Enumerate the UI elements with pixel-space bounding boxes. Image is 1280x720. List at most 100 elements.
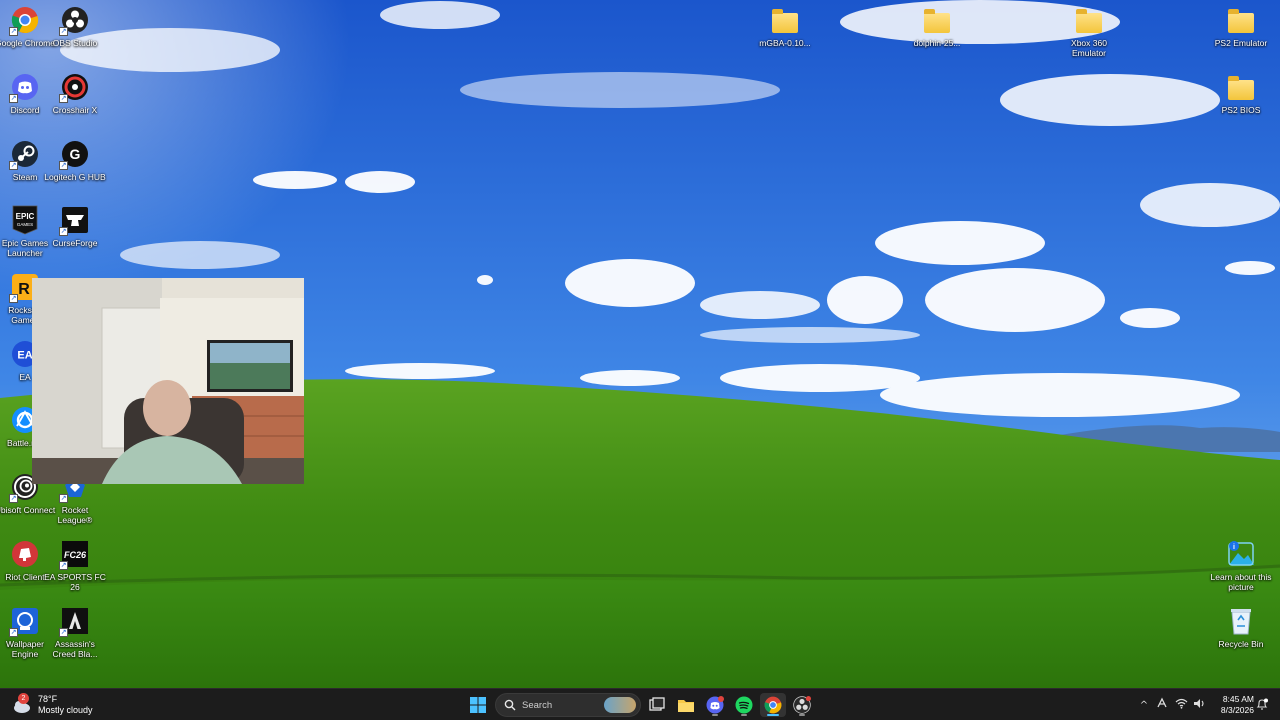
shortcut-arrow-icon: ↗ [59, 494, 68, 503]
desktop-icon-label: OBS Studio [52, 38, 98, 48]
shortcut-arrow-icon: ↗ [9, 628, 18, 637]
obs-icon [793, 696, 811, 714]
discord-icon [706, 696, 724, 714]
volume-icon[interactable] [1190, 696, 1208, 714]
desktop-icon-label: Assassin's Creed Bla... [52, 639, 98, 659]
shortcut-arrow-icon: ↗ [59, 628, 68, 637]
file-explorer-icon [678, 700, 694, 712]
desktop-icon-label: Logitech G HUB [44, 172, 106, 182]
desktop-icon-label: CurseForge [52, 238, 98, 248]
taskbar: 2 78°F Mostly cloudy Search ^ 8:45 AM 8/… [0, 688, 1280, 720]
desktop-icon-label: Crosshair X [52, 105, 98, 115]
crosshair-icon: ↗ [59, 72, 90, 103]
chrome-icon: ↗ [9, 5, 40, 36]
shortcut-arrow-icon: ↗ [59, 161, 68, 170]
taskbar-chrome[interactable] [760, 693, 786, 717]
desktop-icon-crosshair[interactable]: ↗ Crosshair X [44, 72, 106, 115]
learn-picture-icon: i [1226, 539, 1256, 569]
riot-icon [10, 539, 40, 569]
svg-text:R: R [18, 281, 30, 298]
start-button[interactable] [465, 693, 491, 717]
epic-games-icon: EPIC GAMES [10, 205, 40, 235]
running-indicator [712, 714, 718, 716]
ea-fc-icon: FC26 ↗ [59, 539, 90, 570]
notification-bell-icon[interactable] [1256, 698, 1268, 716]
desktop-folder-xbox360[interactable]: Xbox 360 Emulator [1058, 5, 1120, 58]
desktop-icon-label: Discord [10, 105, 40, 115]
weather-cloud-icon: 2 [10, 693, 32, 715]
start-icon [470, 697, 486, 713]
desktop-icon-learn-picture[interactable]: i Learn about this picture [1210, 539, 1272, 592]
desktop-icon-label: PS2 BIOS [1221, 105, 1261, 115]
clock-date: 8/3/2026 [1220, 705, 1254, 715]
discord-icon: ↗ [9, 72, 40, 103]
weather-description: Mostly cloudy [38, 705, 93, 715]
shortcut-arrow-icon: ↗ [9, 27, 18, 36]
shortcut-arrow-icon: ↗ [9, 294, 18, 303]
svg-text:EA: EA [17, 350, 32, 362]
running-indicator [741, 714, 747, 716]
desktop-icon-label: Riot Client [5, 572, 45, 582]
desktop-icon-label: Xbox 360 Emulator [1071, 38, 1107, 58]
desktop-icon-label: Recycle Bin [1218, 639, 1264, 649]
taskbar-discord[interactable] [702, 693, 728, 717]
desktop-icon-obs[interactable]: ↗ OBS Studio [44, 5, 106, 48]
shortcut-arrow-icon: ↗ [9, 94, 18, 103]
desktop-icon-label: Learn about this picture [1210, 572, 1272, 592]
folder-icon [1074, 5, 1104, 35]
taskbar-spotify[interactable] [731, 693, 757, 717]
curseforge-icon: ↗ [59, 205, 90, 236]
system-tray: ^ [1136, 693, 1208, 717]
logitech-icon: G ↗ [59, 139, 90, 170]
desktop-icon-label: PS2 Emulator [1214, 38, 1268, 48]
shortcut-arrow-icon: ↗ [59, 27, 68, 36]
assassins-creed-icon: ↗ [59, 606, 90, 637]
taskbar-clock[interactable]: 8:45 AM 8/3/2026 [1212, 694, 1254, 716]
shortcut-arrow-icon: ↗ [59, 94, 68, 103]
desktop-icon-label: EA SPORTS FC 26 [44, 572, 106, 592]
svg-text:GAMES: GAMES [17, 222, 33, 227]
wifi-icon[interactable] [1172, 696, 1190, 714]
desktop-icon-logitech[interactable]: G ↗ Logitech G HUB [44, 139, 106, 182]
chrome-icon [764, 696, 782, 714]
svg-text:FC26: FC26 [64, 550, 87, 560]
webcam-feed-image [32, 278, 304, 484]
recycle-bin-icon [1226, 606, 1256, 636]
taskbar-search-box[interactable]: Search [495, 693, 641, 717]
folder-icon [770, 5, 800, 35]
task-view-icon [649, 697, 665, 711]
task-view-button[interactable] [644, 693, 670, 717]
weather-widget[interactable]: 2 78°F Mostly cloudy [10, 692, 93, 718]
show-hidden-icons-chevron-icon[interactable]: ^ [1136, 700, 1152, 711]
svg-text:EPIC: EPIC [16, 212, 35, 221]
desktop-folder-ps2-emulator[interactable]: PS2 Emulator [1210, 5, 1272, 48]
tray-app-icon[interactable] [1152, 696, 1172, 714]
search-placeholder: Search [522, 699, 553, 711]
desktop-icon-label: EA [19, 372, 31, 382]
wallpaper-engine-icon: ↗ [9, 606, 40, 637]
running-indicator [767, 714, 779, 716]
steam-icon: ↗ [9, 139, 40, 170]
desktop-folder-ps2-bios[interactable]: PS2 BIOS [1210, 72, 1272, 115]
desktop-icon-curseforge[interactable]: ↗ CurseForge [44, 205, 106, 248]
spotify-icon [735, 696, 753, 714]
folder-icon [1226, 72, 1256, 102]
shortcut-arrow-icon: ↗ [59, 561, 68, 570]
search-icon [504, 699, 516, 711]
shortcut-arrow-icon: ↗ [59, 227, 68, 236]
taskbar-file-explorer[interactable] [673, 693, 699, 717]
clock-time: 8:45 AM [1222, 694, 1254, 704]
svg-text:G: G [70, 146, 81, 162]
webcam-overlay[interactable] [32, 278, 304, 484]
desktop-icon-recycle-bin[interactable]: Recycle Bin [1210, 606, 1272, 649]
desktop-icon-ea-fc[interactable]: FC26 ↗ EA SPORTS FC 26 [44, 539, 106, 592]
desktop-icon-assassins-creed[interactable]: ↗ Assassin's Creed Bla... [44, 606, 106, 659]
shortcut-arrow-icon: ↗ [9, 161, 18, 170]
search-highlight-icon [604, 697, 636, 713]
desktop-icon-label: dolphin-25... [913, 38, 961, 48]
svg-text:i: i [1233, 544, 1235, 551]
taskbar-obs[interactable] [789, 693, 815, 717]
desktop-folder-mgba[interactable]: mGBA-0.10... [754, 5, 816, 48]
folder-icon [922, 5, 952, 35]
desktop-folder-dolphin[interactable]: dolphin-25... [906, 5, 968, 48]
